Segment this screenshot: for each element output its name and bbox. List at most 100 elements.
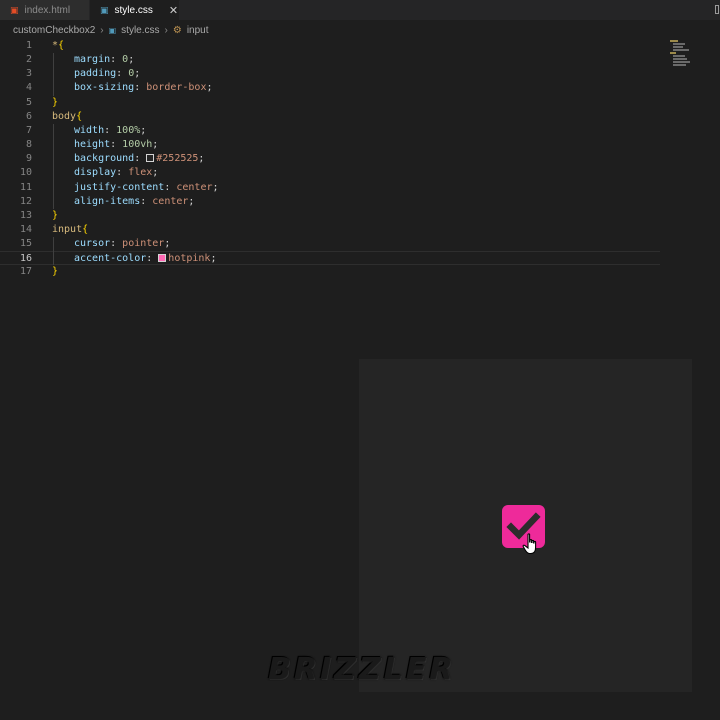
code-text: } — [52, 209, 58, 223]
code-text: accent-color: hotpink; — [52, 252, 216, 266]
line-number: 11 — [19, 181, 32, 193]
split-editor-icon[interactable] — [714, 0, 720, 20]
css-value: #252525 — [156, 153, 199, 165]
indent-guide — [53, 53, 54, 96]
line-number: 15 — [19, 238, 32, 250]
breadcrumb-symbol[interactable]: input — [187, 25, 209, 36]
color-swatch[interactable] — [158, 254, 167, 263]
brace: { — [82, 223, 89, 235]
code-text: box-sizing: border-box; — [52, 81, 213, 95]
tab-bar-empty-space — [180, 0, 714, 20]
css-property: background — [74, 153, 135, 165]
punctuation: ; — [198, 153, 205, 165]
css-value: center — [176, 181, 213, 193]
punctuation: ; — [164, 238, 171, 250]
css-value: pointer — [122, 238, 165, 250]
code-line[interactable]: 9 background: #252525; — [0, 152, 660, 166]
html5-icon: ▣ — [10, 4, 19, 15]
css-property: accent-color — [74, 253, 147, 265]
brace: { — [76, 110, 83, 122]
code-line[interactable]: 10 display: flex; — [0, 166, 660, 180]
color-swatch[interactable] — [146, 154, 155, 163]
punctuation: ; — [210, 253, 217, 265]
line-number: 9 — [25, 153, 32, 165]
code-text: *{ — [52, 39, 64, 53]
punctuation: ; — [206, 82, 213, 94]
css-property: justify-content — [74, 181, 165, 193]
css-value: border-box — [146, 82, 207, 94]
line-number: 10 — [19, 167, 32, 179]
code-text: cursor: pointer; — [52, 237, 170, 251]
symbol-property-icon: ⚙ — [172, 24, 182, 36]
code-text: } — [52, 265, 58, 279]
punctuation: : — [110, 54, 123, 66]
brace: { — [58, 40, 65, 51]
code-line[interactable]: 7 width: 100%; — [0, 124, 660, 138]
punctuation: : — [140, 195, 153, 207]
brace: } — [52, 96, 59, 108]
browser-preview — [359, 359, 692, 692]
code-text: background: #252525; — [52, 152, 204, 166]
line-number: 3 — [25, 68, 32, 80]
punctuation: : — [134, 82, 147, 94]
css-value: 100% — [116, 124, 141, 136]
code-text: body{ — [52, 110, 82, 124]
code-line[interactable]: 17} — [0, 265, 660, 279]
code-line[interactable]: 15 cursor: pointer; — [0, 237, 660, 251]
code-editor[interactable]: 1 *{2 margin: 0; 3 padding: 0; 4 box-sizing: b… — [0, 38, 720, 288]
code-line[interactable]: 3 padding: 0; — [0, 67, 660, 81]
punctuation: ; — [134, 68, 141, 80]
css-property: display — [74, 167, 117, 179]
css-value: 100vh — [122, 139, 153, 151]
code-line[interactable]: 14 input{ — [0, 223, 660, 237]
code-line[interactable]: 8 height: 100vh; — [0, 138, 660, 152]
code-line[interactable]: 11 justify-content: center; — [0, 181, 660, 195]
breadcrumb-folder[interactable]: customCheckbox2 — [13, 25, 95, 36]
css-property: height — [74, 139, 111, 151]
editor-tab-bar: ▣ index.html ▣ style.css ✕ — [0, 0, 720, 20]
code-text: align-items: center; — [52, 195, 194, 209]
chevron-right-icon: › — [100, 24, 104, 36]
chevron-right-icon: › — [164, 24, 168, 36]
line-number: 8 — [25, 139, 32, 151]
line-number: 2 — [25, 54, 32, 66]
css-property: padding — [74, 68, 117, 80]
punctuation: : — [116, 167, 129, 179]
indent-guide — [53, 123, 54, 209]
tab-style-css[interactable]: ▣ style.css ✕ — [90, 0, 180, 20]
code-line[interactable]: 6 body{ — [0, 110, 660, 124]
punctuation: ; — [212, 181, 219, 193]
code-line[interactable]: 16 accent-color: hotpink; — [0, 251, 660, 266]
breadcrumb-file[interactable]: style.css — [121, 25, 159, 36]
css-value: flex — [128, 167, 153, 179]
code-line[interactable]: 2 margin: 0; — [0, 53, 660, 67]
brace: } — [52, 266, 59, 278]
tab-index-html[interactable]: ▣ index.html — [0, 0, 90, 20]
css-property: width — [74, 124, 105, 136]
line-number: 13 — [19, 209, 32, 221]
code-line[interactable]: 5} — [0, 96, 660, 110]
code-line[interactable]: 1 *{ — [0, 39, 660, 53]
line-number: 4 — [25, 82, 32, 94]
css-selector: body — [52, 110, 77, 122]
code-text: width: 100%; — [52, 124, 146, 138]
brace: } — [52, 209, 59, 221]
code-text: padding: 0; — [52, 67, 140, 81]
css3-icon: ▣ — [108, 25, 117, 35]
code-line[interactable]: 12 align-items: center; — [0, 195, 660, 209]
tab-label: index.html — [24, 4, 71, 16]
line-number: 5 — [25, 96, 32, 108]
css-value: center — [152, 195, 189, 207]
line-number: 12 — [19, 195, 32, 207]
code-line[interactable]: 13} — [0, 209, 660, 223]
code-text: } — [52, 96, 58, 110]
punctuation: : — [110, 139, 123, 151]
hand-pointer-icon — [522, 533, 537, 555]
punctuation: : — [134, 153, 147, 165]
line-number: 16 — [19, 253, 32, 265]
code-text: input{ — [52, 223, 88, 237]
code-line[interactable]: 4 box-sizing: border-box; — [0, 81, 660, 95]
line-number: 14 — [19, 223, 32, 235]
line-number: 17 — [19, 266, 32, 278]
close-icon[interactable]: ✕ — [169, 4, 178, 17]
